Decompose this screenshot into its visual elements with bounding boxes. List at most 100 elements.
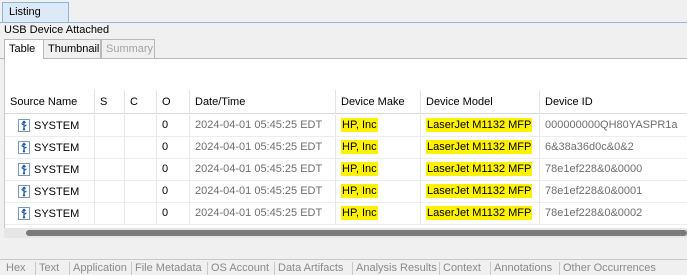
tab-text[interactable]: Text — [39, 262, 59, 275]
tab-separator — [439, 262, 440, 275]
table-row[interactable]: SYSTEM 0 2024-04-01 05:45:25 EDT HP, Inc Las… — [5, 137, 687, 159]
tab-analysis-results[interactable]: Analysis Results — [356, 262, 437, 275]
highlighted-device-model: LaserJet M1132 MFP — [426, 184, 533, 198]
source-name-text: SYSTEM — [34, 120, 80, 132]
tab-application[interactable]: Application — [73, 262, 127, 275]
cell-o: 0 — [157, 159, 190, 181]
cell-device-model: LaserJet M1132 MFP — [421, 159, 540, 181]
highlighted-device-make: HP, Inc — [341, 118, 378, 132]
highlighted-device-model: LaserJet M1132 MFP — [426, 118, 533, 132]
cell-o: 0 — [157, 181, 190, 203]
table-row[interactable]: SYSTEM 0 2024-04-01 05:45:25 EDT HP, Inc Las… — [5, 203, 687, 225]
tab-separator — [274, 262, 275, 275]
results-table: Source Name S C O Date/Time Device Make Device… — [4, 59, 687, 228]
page-title: USB Device Attached — [4, 24, 110, 36]
cell-o: 0 — [157, 137, 190, 159]
usb-device-icon — [18, 207, 30, 220]
tab-table[interactable]: Table — [4, 39, 44, 59]
source-name-text: SYSTEM — [34, 208, 80, 220]
tab-summary: Summary — [101, 39, 155, 58]
column-header-c[interactable]: C — [125, 90, 157, 114]
tab-separator — [559, 262, 560, 275]
highlighted-device-make: HP, Inc — [341, 206, 378, 220]
tab-strip-divider — [0, 22, 687, 23]
cell-c — [125, 203, 157, 225]
bottom-tab-bar: Hex Text Application File Metadata OS Accoun… — [0, 259, 687, 275]
column-header-device-model[interactable]: Device Model — [421, 90, 540, 114]
highlighted-device-make: HP, Inc — [341, 184, 378, 198]
cell-device-id: 78e1ef228&0&0001 — [540, 181, 687, 203]
table-header: Source Name S C O Date/Time Device Make Device… — [5, 90, 687, 114]
tab-other-occurrences[interactable]: Other Occurrences — [563, 262, 656, 275]
usb-device-icon — [18, 185, 30, 198]
usb-device-icon — [18, 141, 30, 154]
cell-source-name: SYSTEM — [5, 115, 95, 137]
tab-separator — [69, 262, 70, 275]
cell-device-make: HP, Inc — [336, 115, 421, 137]
tab-data-artifacts[interactable]: Data Artifacts — [278, 262, 343, 275]
cell-c — [125, 137, 157, 159]
cell-c — [125, 181, 157, 203]
cell-device-id: 000000000QH80YASPR1a — [540, 115, 687, 137]
tab-separator — [35, 262, 36, 275]
cell-device-id: 78e1ef228&0&0000 — [540, 159, 687, 181]
cell-device-make: HP, Inc — [336, 159, 421, 181]
table-row[interactable]: SYSTEM 0 2024-04-01 05:45:25 EDT HP, Inc Las… — [5, 115, 687, 137]
tab-separator — [131, 262, 132, 275]
scrollbar-thumb[interactable] — [26, 230, 687, 236]
cell-source-name: SYSTEM — [5, 181, 95, 203]
cell-o: 0 — [157, 115, 190, 137]
tab-os-account[interactable]: OS Account — [211, 262, 269, 275]
cell-c — [125, 115, 157, 137]
cell-device-make: HP, Inc — [336, 137, 421, 159]
tab-thumbnail[interactable]: Thumbnail — [43, 39, 101, 58]
usb-device-icon — [18, 163, 30, 176]
cell-o: 0 — [157, 203, 190, 225]
table-row[interactable]: SYSTEM 0 2024-04-01 05:45:25 EDT HP, Inc Las… — [5, 181, 687, 203]
cell-source-name: SYSTEM — [5, 137, 95, 159]
tab-listing-label: Listing — [9, 6, 41, 18]
tab-file-metadata[interactable]: File Metadata — [135, 262, 202, 275]
cell-device-model: LaserJet M1132 MFP — [421, 181, 540, 203]
cell-device-make: HP, Inc — [336, 181, 421, 203]
cell-date-time: 2024-04-01 05:45:25 EDT — [190, 159, 336, 181]
cell-date-time: 2024-04-01 05:45:25 EDT — [190, 137, 336, 159]
tab-annotations[interactable]: Annotations — [494, 262, 552, 275]
tab-separator — [352, 262, 353, 275]
cell-device-model: LaserJet M1132 MFP — [421, 115, 540, 137]
column-header-device-id[interactable]: Device ID — [540, 90, 687, 114]
source-name-text: SYSTEM — [34, 186, 80, 198]
tab-listing[interactable]: Listing — [2, 2, 69, 23]
cell-s — [95, 159, 125, 181]
horizontal-scrollbar[interactable] — [4, 228, 687, 238]
cell-s — [95, 137, 125, 159]
table-row[interactable]: SYSTEM 0 2024-04-01 05:45:25 EDT HP, Inc Las… — [5, 159, 687, 181]
column-header-s[interactable]: S — [95, 90, 125, 114]
highlighted-device-model: LaserJet M1132 MFP — [426, 206, 533, 220]
tab-hex[interactable]: Hex — [6, 262, 26, 275]
cell-s — [95, 115, 125, 137]
cell-c — [125, 159, 157, 181]
cell-date-time: 2024-04-01 05:45:25 EDT — [190, 203, 336, 225]
cell-device-make: HP, Inc — [336, 203, 421, 225]
source-name-text: SYSTEM — [34, 164, 80, 176]
cell-device-id: 78e1ef228&0&0002 — [540, 203, 687, 225]
cell-source-name: SYSTEM — [5, 203, 95, 225]
column-header-device-make[interactable]: Device Make — [336, 90, 421, 114]
cell-device-id: 6&38a36d0c&0&2 — [540, 137, 687, 159]
column-header-date-time[interactable]: Date/Time — [190, 90, 336, 114]
cell-date-time: 2024-04-01 05:45:25 EDT — [190, 115, 336, 137]
tab-separator — [207, 262, 208, 275]
column-header-o[interactable]: O — [157, 90, 190, 114]
tab-separator — [490, 262, 491, 275]
cell-device-model: LaserJet M1132 MFP — [421, 203, 540, 225]
cell-s — [95, 181, 125, 203]
column-header-source-name[interactable]: Source Name — [5, 90, 95, 114]
source-name-text: SYSTEM — [34, 142, 80, 154]
cell-device-model: LaserJet M1132 MFP — [421, 137, 540, 159]
highlighted-device-make: HP, Inc — [341, 140, 378, 154]
usb-device-icon — [18, 119, 30, 132]
cell-s — [95, 203, 125, 225]
cell-source-name: SYSTEM — [5, 159, 95, 181]
tab-context[interactable]: Context — [443, 262, 481, 275]
